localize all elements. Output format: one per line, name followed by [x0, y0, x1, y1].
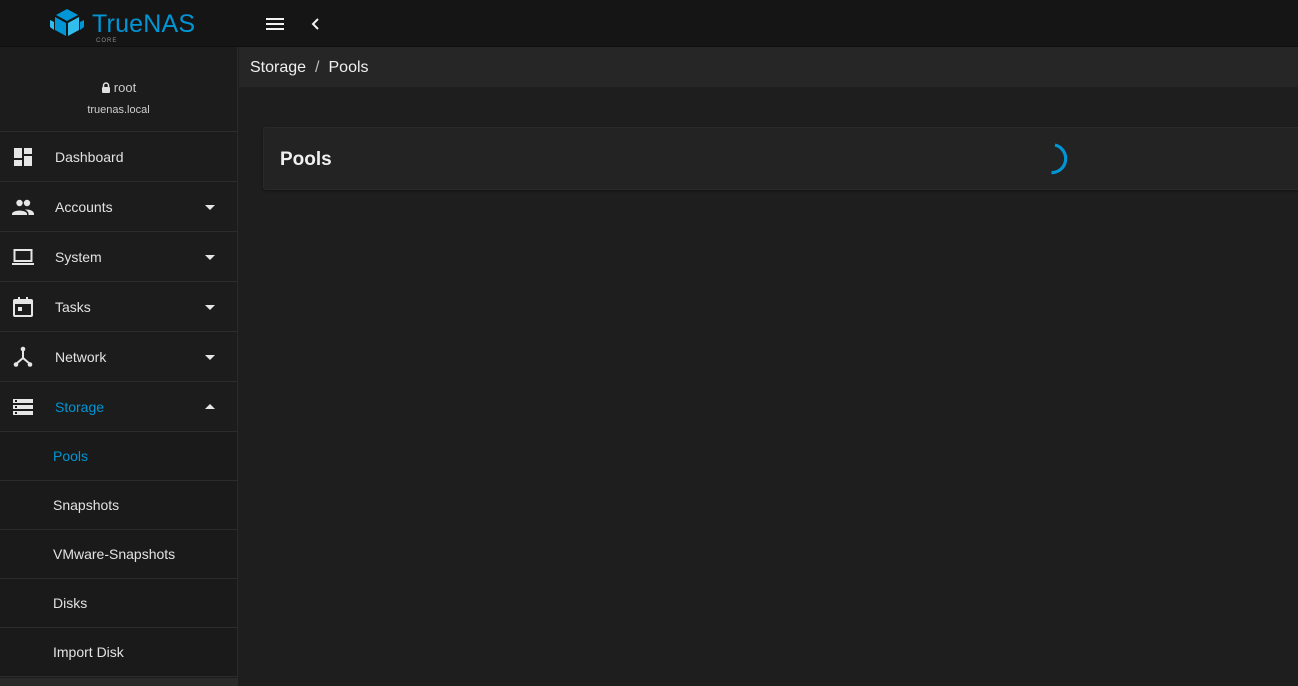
sidebar-subitem-pools[interactable]: Pools: [0, 432, 237, 481]
logo-subtitle: CORE: [96, 38, 118, 44]
sidebar: root truenas.local Dashboard Accounts Sy…: [0, 47, 238, 686]
sidebar-subitem-label: Import Disk: [53, 644, 124, 660]
sidebar-item-tasks[interactable]: Tasks: [0, 282, 237, 332]
breadcrumb: Storage / Pools: [250, 59, 369, 77]
caret-down-icon: [205, 355, 215, 360]
dashboard-icon: [14, 148, 32, 166]
logo-text: TrueNAS: [92, 10, 196, 38]
collapse-sidebar-button[interactable]: [305, 12, 325, 36]
sidebar-subitem-disks[interactable]: Disks: [0, 579, 237, 628]
sidebar-item-storage[interactable]: Storage: [0, 382, 237, 432]
pools-card: Pools: [263, 127, 1298, 190]
sidebar-item-label: Storage: [55, 398, 105, 415]
user-info: root truenas.local: [0, 47, 237, 132]
sidebar-item-system[interactable]: System: [0, 232, 237, 282]
host-name: truenas.local: [87, 104, 150, 116]
sidebar-item-accounts[interactable]: Accounts: [0, 182, 237, 232]
loading-spinner-icon: [1051, 143, 1068, 175]
storage-icon: [13, 399, 33, 415]
sidebar-item-label: Dashboard: [55, 148, 124, 165]
sidebar-subitem-label: Pools: [53, 448, 89, 464]
people-icon: [12, 199, 34, 215]
breadcrumb-bar: Storage / Pools: [239, 47, 1298, 88]
truenas-logo[interactable]: TrueNAS CORE: [48, 8, 198, 44]
chevron-left-icon: [311, 18, 319, 30]
breadcrumb-storage-link[interactable]: Storage: [250, 59, 306, 77]
breadcrumb-current: Pools: [328, 59, 369, 76]
hamburger-menu-icon: [266, 18, 284, 30]
lock-icon: [101, 82, 110, 93]
user-name-row[interactable]: root: [101, 80, 136, 95]
sidebar-item-label: Accounts: [55, 198, 113, 215]
caret-up-icon: [205, 404, 215, 409]
sidebar-item-label: System: [55, 248, 102, 265]
sidebar-scrollbar[interactable]: [0, 678, 238, 686]
calendar-icon: [13, 297, 33, 317]
page-title: Pools: [280, 149, 332, 170]
top-bar: TrueNAS CORE: [0, 0, 1298, 47]
network-icon: [13, 346, 33, 367]
sidebar-item-label: Tasks: [55, 298, 91, 315]
hamburger-menu-button[interactable]: [263, 12, 287, 36]
breadcrumb-separator: /: [315, 59, 320, 76]
sidebar-subitem-label: Disks: [53, 595, 88, 611]
sidebar-subitem-label: Snapshots: [53, 497, 120, 513]
sidebar-subitem-snapshots[interactable]: Snapshots: [0, 481, 237, 530]
truenas-logo-icon: [50, 9, 84, 36]
laptop-icon: [12, 249, 34, 265]
user-name: root: [113, 80, 137, 95]
sidebar-subitem-vmware-snapshots[interactable]: VMware-Snapshots: [0, 530, 237, 579]
sidebar-subitem-label: VMware-Snapshots: [53, 546, 176, 562]
sidebar-item-dashboard[interactable]: Dashboard: [0, 132, 237, 182]
sidebar-item-network[interactable]: Network: [0, 332, 237, 382]
sidebar-subitem-import-disk[interactable]: Import Disk: [0, 628, 237, 677]
sidebar-item-label: Network: [55, 348, 107, 365]
caret-down-icon: [205, 255, 215, 260]
caret-down-icon: [205, 305, 215, 310]
caret-down-icon: [205, 205, 215, 210]
